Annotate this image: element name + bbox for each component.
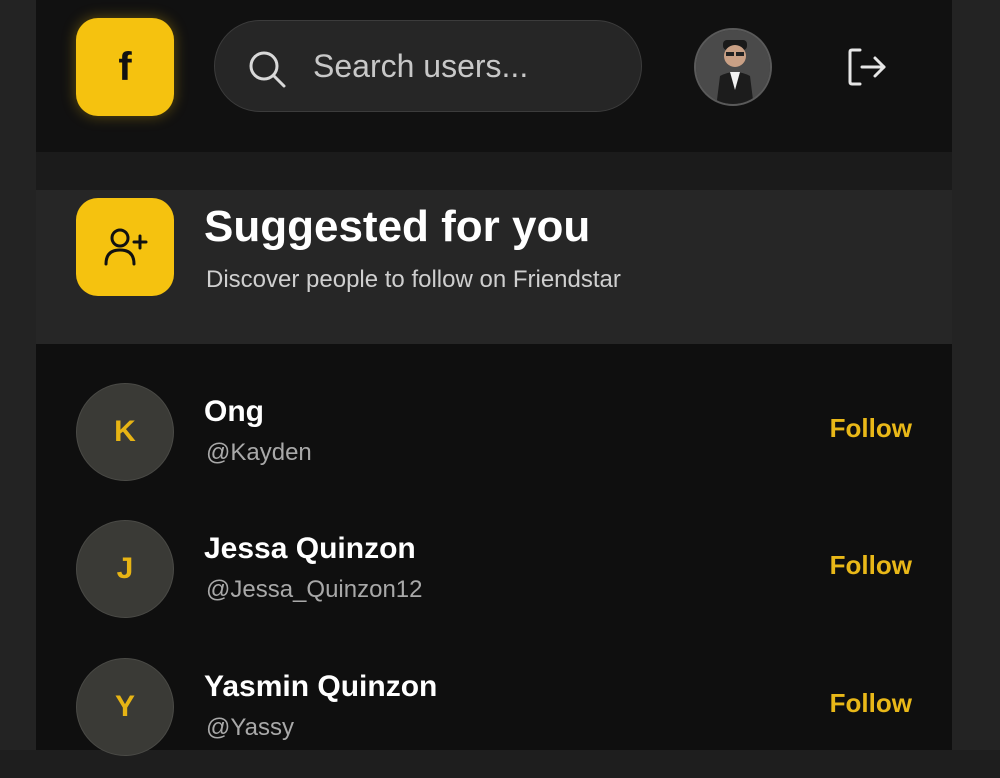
follow-button[interactable]: Follow — [830, 413, 912, 444]
app-frame: f Search users... Suggested for you Disc… — [0, 0, 1000, 756]
app-logo[interactable]: f — [76, 18, 174, 116]
user-initial: J — [116, 552, 134, 585]
divider-strip — [36, 152, 952, 190]
logo-letter: f — [118, 44, 132, 89]
logout-icon[interactable] — [844, 44, 890, 90]
profile-avatar[interactable] — [694, 28, 772, 106]
user-name[interactable]: Ong — [204, 395, 264, 429]
top-bar: f — [36, 0, 952, 152]
user-initial: Y — [114, 690, 135, 723]
user-avatar[interactable]: Y — [76, 658, 174, 756]
user-name[interactable]: Jessa Quinzon — [204, 532, 416, 566]
user-initial: K — [114, 415, 136, 448]
follow-button[interactable]: Follow — [830, 550, 912, 581]
search-bar[interactable] — [214, 20, 642, 112]
user-row: K Ong @Kayden Follow — [36, 383, 952, 503]
user-row: Y Yasmin Quinzon @Yassy Follow — [36, 658, 952, 778]
search-icon — [249, 51, 286, 88]
follow-button[interactable]: Follow — [830, 688, 912, 719]
user-name[interactable]: Yasmin Quinzon — [204, 670, 437, 704]
user-handle: @Jessa_Quinzon12 — [206, 576, 423, 603]
suggested-banner: Suggested for you Discover people to fol… — [36, 190, 952, 344]
search-input[interactable] — [313, 41, 613, 91]
avatar-image — [696, 30, 770, 104]
user-row: J Jessa Quinzon @Jessa_Quinzon12 Follow — [36, 520, 952, 640]
main-panel: f Search users... Suggested for you Disc… — [36, 0, 952, 756]
user-avatar[interactable]: K — [76, 383, 174, 481]
user-handle: @Kayden — [206, 439, 312, 466]
user-avatar[interactable]: J — [76, 520, 174, 618]
add-user-icon — [76, 198, 174, 296]
suggested-title: Suggested for you — [204, 202, 591, 251]
user-handle: @Yassy — [206, 714, 294, 741]
suggested-subtitle: Discover people to follow on Friendstar — [206, 266, 621, 293]
